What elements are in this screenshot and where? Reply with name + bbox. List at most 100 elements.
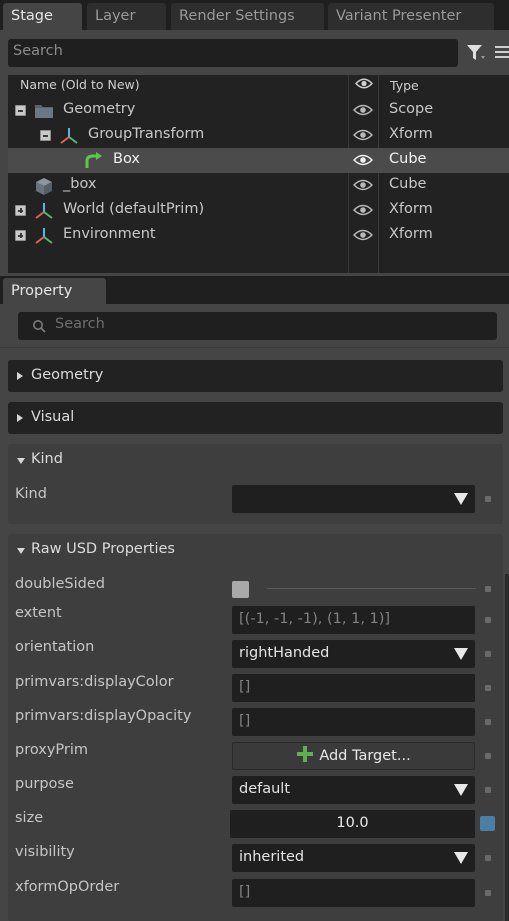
property-label: visibility	[15, 844, 75, 860]
property-label: proxyPrim	[15, 742, 89, 758]
property-row-xformoporder: xformOpOrder []	[8, 877, 503, 907]
property-state-indicator[interactable]	[485, 855, 491, 861]
visibility-dropdown[interactable]: inherited	[232, 844, 475, 872]
property-row-displayopacity: primvars:displayOpacity []	[8, 706, 503, 736]
orientation-dropdown[interactable]: rightHanded	[232, 640, 475, 668]
property-state-indicator[interactable]	[485, 617, 491, 623]
stage-panel: Search Name (Old to New) Type Geometry S…	[0, 30, 509, 276]
collapse-toggle-icon[interactable]	[40, 130, 51, 141]
property-state-indicator[interactable]	[485, 651, 491, 657]
cube-icon	[36, 178, 52, 195]
property-state-indicator[interactable]	[485, 890, 491, 896]
tab-layer[interactable]: Layer	[87, 3, 166, 30]
displayopacity-field[interactable]: []	[232, 708, 475, 736]
stage-search-input[interactable]: Search	[8, 39, 458, 67]
collapse-toggle-icon[interactable]	[15, 105, 26, 116]
purpose-dropdown[interactable]: default	[232, 776, 475, 804]
displaycolor-field[interactable]: []	[232, 674, 475, 702]
expanded-arrow-icon	[17, 548, 25, 554]
property-row-visibility: visibility inherited	[8, 842, 503, 872]
prim-name: Environment	[63, 226, 156, 242]
property-state-indicator[interactable]	[485, 496, 491, 502]
property-label: extent	[15, 605, 62, 621]
tree-row-grouptransform[interactable]: GroupTransform Xform	[8, 123, 509, 148]
property-state-indicator[interactable]	[485, 753, 491, 759]
tree-row-world[interactable]: World (defaultPrim) Xform	[8, 198, 509, 223]
xform-axes-icon	[60, 128, 78, 144]
prim-type: Xform	[389, 201, 433, 217]
section-title: Raw USD Properties	[31, 541, 175, 557]
section-geometry-header[interactable]: Geometry	[8, 360, 503, 392]
section-visual-header[interactable]: Visual	[8, 402, 503, 434]
property-row-proxyprim: proxyPrim Add Target...	[8, 740, 503, 770]
divider	[267, 588, 476, 589]
extent-field[interactable]: [(-1, -1, -1), (1, 1, 1)]	[232, 606, 475, 634]
tree-row-box[interactable]: Box Cube	[8, 148, 509, 173]
property-label: primvars:displayColor	[15, 674, 174, 690]
prim-type: Xform	[389, 126, 433, 142]
visibility-eye-icon[interactable]	[353, 153, 373, 167]
column-name-header[interactable]: Name (Old to New)	[20, 77, 140, 92]
section-raw-header[interactable]: Raw USD Properties	[8, 534, 503, 566]
property-row-displaycolor: primvars:displayColor []	[8, 672, 503, 702]
dropdown-arrow-icon	[454, 852, 468, 864]
visibility-eye-icon[interactable]	[353, 228, 373, 242]
divider	[0, 347, 509, 348]
property-state-indicator[interactable]	[485, 787, 491, 793]
property-state-indicator[interactable]	[485, 685, 491, 691]
button-label: Add Target...	[319, 748, 411, 764]
visibility-eye-icon[interactable]	[353, 128, 373, 142]
property-scrollbar[interactable]	[505, 574, 509, 921]
tab-property[interactable]: Property	[3, 278, 106, 305]
expand-toggle-icon[interactable]	[15, 205, 26, 216]
menu-icon[interactable]	[495, 45, 509, 59]
dropdown-arrow-icon	[454, 493, 468, 505]
xform-axes-icon	[35, 228, 53, 244]
visibility-eye-icon[interactable]	[353, 203, 373, 217]
property-state-indicator-authored[interactable]	[480, 816, 495, 831]
tree-row-_box[interactable]: _box Cube	[8, 173, 509, 198]
column-type-header[interactable]: Type	[390, 78, 419, 93]
doublesided-checkbox[interactable]	[232, 581, 249, 598]
tab-variant-presenter[interactable]: Variant Presenter	[328, 3, 494, 30]
dropdown-value: inherited	[239, 849, 305, 865]
property-label: primvars:displayOpacity	[15, 708, 192, 724]
prim-type: Xform	[389, 226, 433, 242]
property-row-extent: extent [(-1, -1, -1), (1, 1, 1)]	[8, 603, 503, 634]
tab-stage[interactable]: Stage	[3, 3, 82, 30]
tree-row-environment[interactable]: Environment Xform	[8, 223, 509, 248]
property-state-indicator[interactable]	[485, 719, 491, 725]
visibility-eye-icon[interactable]	[353, 178, 373, 192]
search-icon	[33, 320, 46, 333]
size-field[interactable]: 10.0	[230, 810, 475, 838]
search-placeholder: Search	[55, 316, 105, 332]
dropdown-value: default	[239, 781, 291, 797]
prim-name: Box	[113, 151, 140, 167]
property-state-indicator[interactable]	[485, 586, 491, 592]
reference-arrow-icon	[85, 152, 102, 168]
prim-name: Geometry	[63, 101, 136, 117]
kind-dropdown[interactable]	[232, 485, 475, 513]
stage-tab-bar: Stage Layer Render Settings Variant Pres…	[0, 0, 509, 30]
tab-render-settings[interactable]: Render Settings	[171, 3, 324, 30]
prim-name: GroupTransform	[88, 126, 205, 142]
tree-row-geometry[interactable]: Geometry Scope	[8, 98, 509, 123]
filter-icon[interactable]	[466, 43, 486, 63]
property-row-doublesided: doubleSided	[8, 574, 503, 604]
prim-type: Cube	[389, 176, 427, 192]
property-search-input[interactable]: Search	[18, 312, 497, 340]
property-row-kind: Kind	[8, 484, 503, 514]
property-tab-bar: Property	[0, 276, 509, 305]
add-target-button[interactable]: Add Target...	[232, 742, 475, 770]
property-label: orientation	[15, 639, 95, 655]
expand-toggle-icon[interactable]	[15, 230, 26, 241]
visibility-column-eye-icon[interactable]	[355, 77, 373, 90]
section-raw-body: doubleSided extent [(-1, -1, -1), (1, 1,…	[8, 566, 503, 921]
collapsed-arrow-icon	[17, 414, 23, 422]
property-label: xformOpOrder	[15, 879, 120, 895]
visibility-eye-icon[interactable]	[353, 103, 373, 117]
section-kind-body: Kind	[8, 476, 503, 524]
section-kind-header[interactable]: Kind	[8, 444, 503, 476]
xformoporder-field[interactable]: []	[232, 879, 475, 907]
prim-name: _box	[63, 176, 97, 192]
